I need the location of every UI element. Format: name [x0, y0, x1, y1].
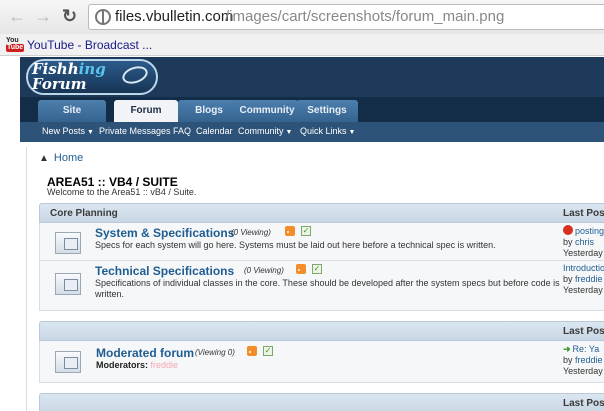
last-post-user[interactable]: chris — [575, 237, 594, 247]
fish-icon — [120, 63, 150, 87]
last-post-date: Yesterday — [563, 248, 603, 258]
site-header: Fishhing Forum — [20, 57, 604, 97]
forum-title[interactable]: Moderated forum — [96, 346, 194, 360]
bookmark-youtube[interactable]: YouTube - Broadcast ... — [27, 38, 152, 52]
subnav-label: FAQ — [173, 126, 192, 136]
category-header[interactable]: Last Post — [39, 321, 604, 341]
bookmarks-bar: You Tube YouTube - Broadcast ... — [0, 34, 604, 56]
reload-icon[interactable]: ↻ — [62, 7, 77, 25]
forum-row: System & Specifications (0 Viewing) ✓ Sp… — [39, 223, 604, 261]
category-header[interactable]: Core Planning Last Post — [39, 203, 604, 223]
post-icon-sad — [563, 225, 573, 235]
last-post-by: by — [563, 274, 573, 284]
breadcrumb[interactable]: ▲ Home — [39, 152, 83, 164]
address-bar[interactable]: files.vbulletin.com /images/cart/screens… — [88, 4, 604, 30]
youtube-icon-tube: Tube — [6, 44, 24, 52]
forum-row: Technical Specifications (0 Viewing) ✓ S… — [39, 261, 604, 311]
forum-viewing: (0 Viewing) — [231, 228, 271, 237]
last-post: Introduction by freddie Yesterday — [563, 263, 604, 296]
forum-row: Moderated forum (Viewing 0) ✓ Moderators… — [39, 341, 604, 383]
checkmark-icon[interactable]: ✓ — [312, 264, 322, 274]
forum-description: Specifications of individual classes in … — [95, 278, 560, 299]
globe-icon — [95, 9, 111, 25]
url-host: files.vbulletin.com — [115, 8, 234, 25]
rss-icon[interactable] — [296, 264, 306, 274]
tab-settings[interactable]: Settings — [296, 100, 358, 122]
sub-navigation: New Posts ▼ Private Messages FAQ Calendar… — [20, 122, 604, 142]
forum-viewing: (0 Viewing) — [244, 266, 284, 275]
moderator-name[interactable]: freddie — [151, 360, 179, 370]
subnav-calendar[interactable]: Calendar — [196, 126, 233, 136]
forward-arrow-icon[interactable]: → — [34, 7, 52, 25]
last-post-date: Yesterday — [563, 285, 603, 295]
last-post-title[interactable]: posting — [575, 226, 604, 236]
subnav-label: Calendar — [196, 126, 233, 136]
tab-community[interactable]: Community — [236, 100, 298, 122]
site-logo[interactable]: Fishhing Forum — [26, 59, 158, 95]
arrow-icon: ➜ — [563, 344, 571, 354]
browser-toolbar: ← → ↻ files.vbulletin.com /images/cart/s… — [0, 0, 604, 34]
last-post-date: Yesterday — [563, 366, 603, 376]
rss-icon[interactable] — [247, 346, 257, 356]
subnav-quick-links[interactable]: Quick Links ▼ — [300, 126, 355, 136]
youtube-icon: You Tube — [6, 37, 24, 53]
forum-title[interactable]: System & Specifications — [95, 226, 234, 240]
subnav-label: Private Messages — [99, 126, 171, 136]
last-post-title[interactable]: Introduction — [563, 263, 604, 273]
moderators-label: Moderators: — [96, 360, 149, 370]
last-post-by: by — [563, 237, 573, 247]
logo-line2: Forum — [32, 75, 87, 93]
forum-viewing: (Viewing 0) — [195, 348, 235, 357]
last-post-by: by — [563, 355, 573, 365]
last-post-title[interactable]: Re: Ya — [573, 344, 600, 354]
chevron-down-icon: ▼ — [87, 129, 94, 136]
subnav-label: New Posts — [42, 126, 86, 136]
forum-folder-icon — [55, 351, 81, 373]
last-post: posting by chris Yesterday — [563, 225, 604, 259]
category-header[interactable]: Last Post — [39, 393, 604, 411]
youtube-icon-you: You — [6, 37, 19, 44]
tab-blogs[interactable]: Blogs — [178, 100, 240, 122]
tab-forum[interactable]: Forum — [114, 100, 178, 122]
forum-description: Specs for each system will go here. Syst… — [95, 240, 496, 250]
subnav-new-posts[interactable]: New Posts ▼ — [42, 126, 94, 136]
tab-site[interactable]: Site — [38, 100, 106, 122]
category-title: Core Planning — [50, 208, 118, 219]
forum-moderators: Moderators: freddie — [96, 360, 564, 371]
subnav-label: Quick Links — [300, 126, 347, 136]
checkmark-icon[interactable]: ✓ — [263, 346, 273, 356]
back-arrow-icon[interactable]: ← — [8, 7, 26, 25]
last-post-user[interactable]: freddie — [575, 355, 603, 365]
chevron-down-icon: ▼ — [348, 129, 356, 136]
last-post-user[interactable]: freddie — [575, 274, 603, 284]
chevron-down-icon: ▼ — [285, 129, 293, 136]
logo-text: Fishhing Forum — [32, 62, 106, 92]
breadcrumb-home: Home — [53, 152, 84, 164]
url-path: /images/cart/screenshots/forum_main.png — [225, 8, 505, 25]
home-icon: ▲ — [39, 153, 49, 164]
page-subtitle: Welcome to the Area51 :: vB4 / Suite. — [47, 187, 197, 197]
last-post-header: Last Post — [563, 326, 604, 337]
last-post-header: Last Post — [563, 398, 604, 409]
main-tabs: Site Forum Blogs Community Settings — [20, 97, 604, 122]
forum-title[interactable]: Technical Specifications — [95, 264, 234, 278]
subnav-private-messages[interactable]: Private Messages — [99, 126, 171, 136]
checkmark-icon[interactable]: ✓ — [301, 226, 311, 236]
subnav-label: Community — [238, 126, 284, 136]
last-post-header: Last Post — [563, 208, 604, 219]
forum-folder-icon — [55, 232, 81, 254]
last-post: ➜ Re: Ya by freddie Yesterday — [563, 344, 604, 377]
forum-content: ▲ Home AREA51 :: VB4 / SUITE Welcome to t… — [26, 147, 604, 411]
forum-folder-icon — [55, 273, 81, 295]
forum-page: Fishhing Forum Site Forum Blogs Communit… — [0, 57, 604, 411]
rss-icon[interactable] — [285, 226, 295, 236]
subnav-community[interactable]: Community ▼ — [238, 126, 292, 136]
subnav-faq[interactable]: FAQ — [173, 126, 191, 136]
